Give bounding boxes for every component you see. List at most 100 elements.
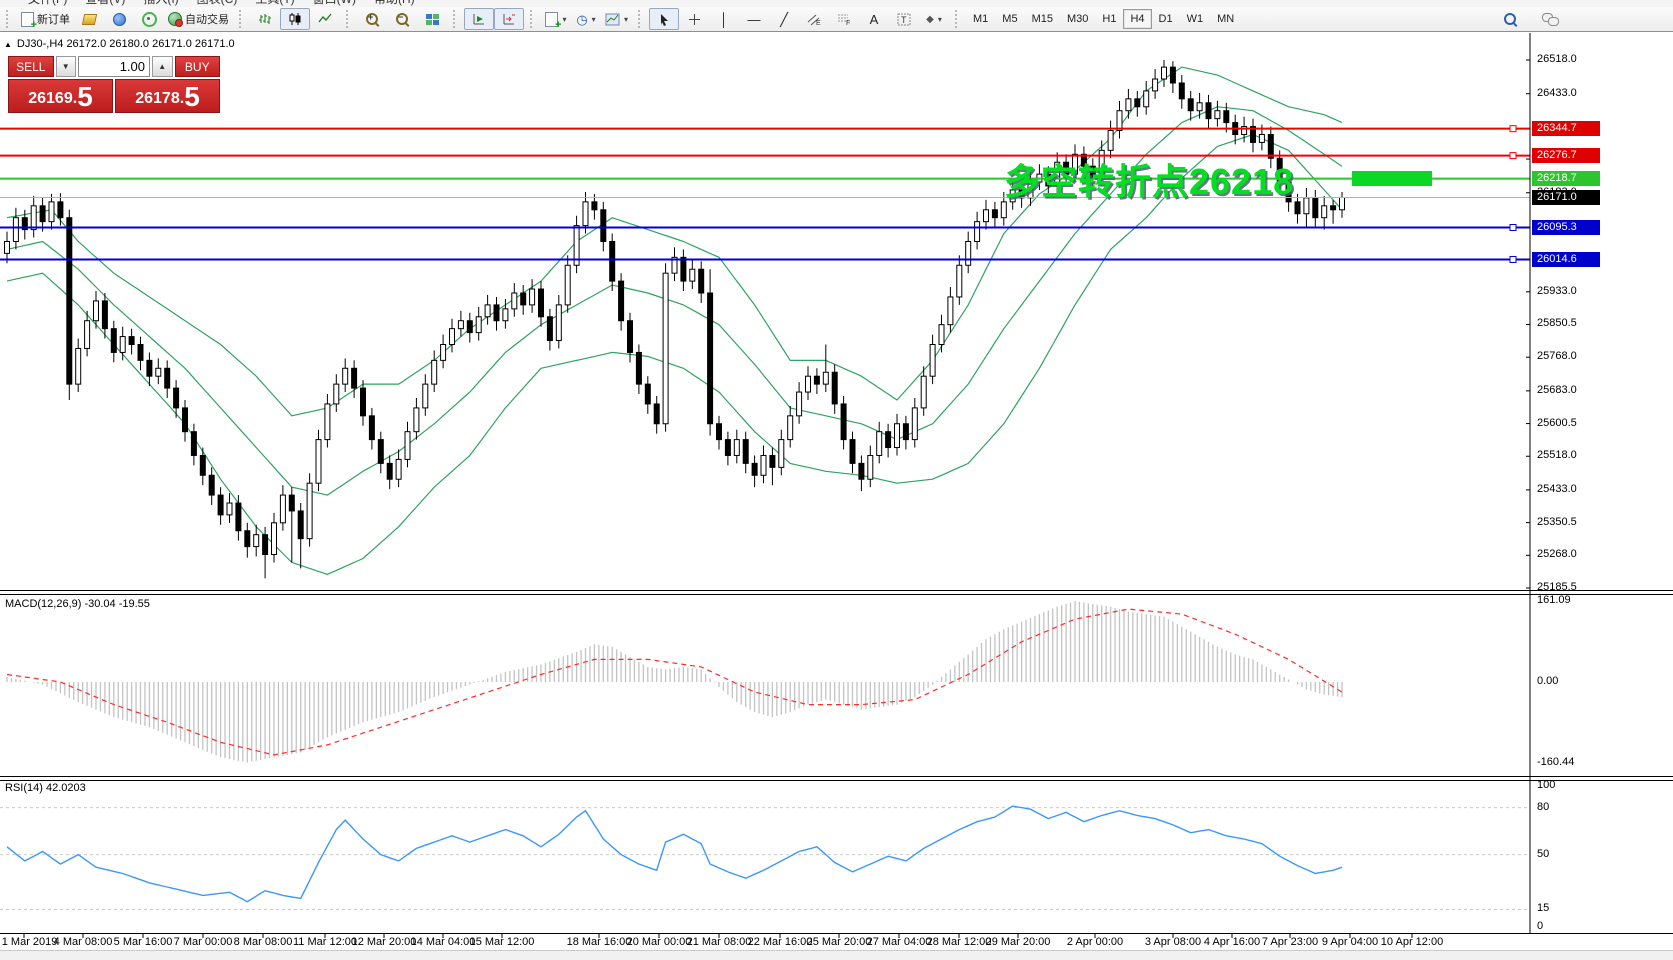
price-level-tag[interactable]: 26344.7 — [1532, 121, 1600, 136]
candle-body — [628, 321, 633, 353]
autotrading-button[interactable]: 自动交易 — [164, 8, 233, 30]
menu-item[interactable]: 帮助(H) — [374, 0, 415, 6]
sell-price-box[interactable]: 26169 . 5 — [8, 79, 113, 113]
menu-item[interactable]: 插入(I) — [143, 0, 178, 6]
time-axis-label: 7 Apr 23:00 — [1262, 936, 1318, 948]
timeframe-H4[interactable]: H4 — [1123, 9, 1151, 29]
price-axis-tick-label: 25268.0 — [1537, 548, 1577, 560]
candle-body — [975, 222, 980, 242]
text-tool-button[interactable]: A — [859, 8, 889, 30]
chart-shift-button[interactable] — [494, 8, 524, 30]
candle-body — [636, 352, 641, 384]
menu-item[interactable]: 文件(F) — [28, 0, 67, 6]
candle-body — [423, 384, 428, 408]
price-level-tag[interactable]: 26095.3 — [1532, 220, 1600, 235]
price-axis-tick-label: 25433.0 — [1537, 483, 1577, 495]
volume-dropdown-button[interactable]: ▼ — [56, 56, 77, 77]
shapes-icon: ◆ — [926, 13, 934, 26]
periods-button[interactable]: ◷▾ — [571, 8, 601, 30]
candle-body — [984, 210, 989, 222]
candle-body — [94, 301, 99, 321]
trendline-icon: ╱ — [780, 13, 788, 26]
menu-item[interactable]: 工具(T) — [255, 0, 294, 6]
tile-windows-button[interactable] — [417, 8, 447, 30]
panel-separator[interactable] — [0, 776, 1673, 777]
timeframe-H1[interactable]: H1 — [1095, 9, 1123, 29]
bar-chart-mode-button[interactable] — [250, 8, 280, 30]
menu-item[interactable]: 窗口(W) — [313, 0, 356, 6]
candle-body — [58, 202, 63, 218]
new-order-button[interactable]: 新订单 — [17, 8, 74, 30]
candle-body — [788, 416, 793, 440]
menu-item[interactable]: 图表(C) — [197, 0, 238, 6]
volume-input[interactable] — [78, 56, 150, 77]
annotation-text[interactable]: 多空转折点26218 — [1004, 153, 1294, 205]
price-level-tag[interactable]: 26276.7 — [1532, 148, 1600, 163]
buy-button[interactable]: BUY — [175, 56, 221, 77]
candle-body — [814, 376, 819, 384]
signals-button[interactable] — [134, 8, 164, 30]
volume-step-button[interactable]: ▲ — [152, 56, 173, 77]
line-handle[interactable] — [1510, 224, 1516, 230]
panel-separator[interactable] — [0, 590, 1673, 591]
chart-title-text: DJ30-,H4 26172.0 26180.0 26171.0 26171.0 — [17, 38, 235, 50]
line-handle[interactable] — [1510, 126, 1516, 132]
timeframe-M15[interactable]: M15 — [1025, 9, 1060, 29]
chat-button[interactable] — [1535, 8, 1565, 30]
line-chart-mode-button[interactable] — [310, 8, 340, 30]
candle-body — [717, 424, 722, 440]
label-tool-button[interactable]: T — [889, 8, 919, 30]
cursor-tool-button[interactable] — [649, 8, 679, 30]
zoom-out-button[interactable]: − — [387, 8, 417, 30]
candle-body — [565, 265, 570, 305]
panel-separator[interactable] — [0, 780, 1673, 781]
timeframe-M5[interactable]: M5 — [995, 9, 1024, 29]
trendline-tool-button[interactable]: ╱ — [769, 8, 799, 30]
candle-body — [414, 408, 419, 432]
candle-body — [886, 432, 891, 448]
time-axis-label: 1 Mar 2019 — [2, 936, 58, 948]
search-button[interactable] — [1495, 8, 1525, 30]
auto-scroll-button[interactable] — [464, 8, 494, 30]
timeframe-M1[interactable]: M1 — [966, 9, 995, 29]
svg-text:F: F — [846, 20, 850, 26]
zoom-in-button[interactable]: + — [357, 8, 387, 30]
chart-window[interactable]: ▲ DJ30-,H4 26172.0 26180.0 26171.0 26171… — [0, 33, 1673, 959]
candle-body — [770, 455, 775, 467]
channel-tool-button[interactable]: E — [799, 8, 829, 30]
price-level-tag[interactable]: 26014.6 — [1532, 252, 1600, 267]
time-axis-label: 12 Mar 20:00 — [352, 936, 417, 948]
horizontal-line-tool-button[interactable]: — — [739, 8, 769, 30]
arrows-tool-button[interactable]: ◆▾ — [919, 8, 949, 30]
panel-separator[interactable] — [0, 594, 1673, 595]
candle-body — [1126, 99, 1131, 111]
profiles-button[interactable] — [104, 8, 134, 30]
candlestick-icon — [288, 12, 302, 26]
timeframe-W1[interactable]: W1 — [1180, 9, 1211, 29]
chart-window-button[interactable] — [74, 8, 104, 30]
rsi-axis-label: 0 — [1537, 920, 1543, 932]
price-level-tag[interactable]: 26171.0 — [1532, 190, 1600, 205]
annotation-highlight-bar[interactable] — [1352, 171, 1432, 186]
candle-body — [610, 241, 615, 281]
price-level-tag[interactable]: 26218.7 — [1532, 171, 1600, 186]
candle-body — [236, 503, 241, 531]
line-handle[interactable] — [1510, 256, 1516, 262]
candle-body — [530, 289, 535, 305]
crosshair-tool-button[interactable] — [679, 8, 709, 30]
indicators-button[interactable]: ▾ — [541, 8, 571, 30]
timeframe-M30[interactable]: M30 — [1060, 9, 1095, 29]
line-handle[interactable] — [1510, 153, 1516, 159]
candle-body — [1313, 198, 1318, 218]
buy-price-box[interactable]: 26178 . 5 — [115, 79, 220, 113]
fibonacci-tool-button[interactable]: F — [829, 8, 859, 30]
toolbar-grip — [453, 10, 460, 28]
timeframe-MN[interactable]: MN — [1210, 9, 1241, 29]
menu-item[interactable]: 查看(V) — [85, 0, 125, 6]
sell-button[interactable]: SELL — [8, 56, 54, 77]
candlestick-mode-button[interactable] — [280, 8, 310, 30]
templates-button[interactable]: ▾ — [601, 8, 632, 30]
label-icon: T — [897, 13, 912, 26]
vertical-line-tool-button[interactable]: │ — [709, 8, 739, 30]
timeframe-D1[interactable]: D1 — [1152, 9, 1180, 29]
